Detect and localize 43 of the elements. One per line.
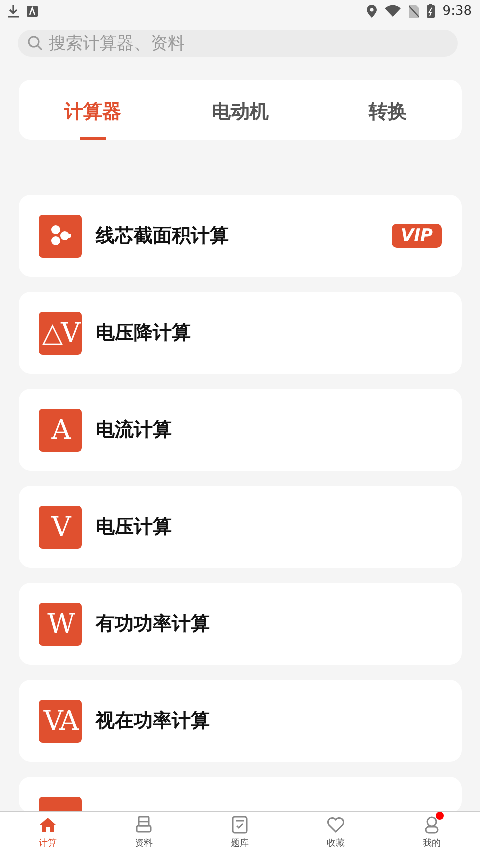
unit-symbol-icon: VA [39,700,82,742]
user-icon [423,816,441,834]
heart-icon [327,816,345,834]
battery-icon [426,4,435,18]
clock-time: 9:38 [442,4,472,18]
nav-tab[interactable]: 我的 [384,812,480,853]
tab[interactable]: 计算器 [19,80,167,140]
calculator-card[interactable]: W 有功功率计算 [19,583,462,665]
no-sim-icon [408,4,419,18]
nav-tab[interactable]: 题库 [192,812,288,853]
unit-symbol-icon: W [39,602,82,646]
location-icon [366,4,377,18]
circles-icon [39,214,82,258]
calculator-card[interactable]: V 电压计算 [19,486,462,568]
app-notification-icon [27,6,38,16]
wifi-icon [384,5,401,17]
search-icon [28,36,43,51]
calculator-card[interactable] [19,777,462,812]
unit-symbol-icon: △V [39,312,82,354]
calculator-card[interactable]: △V 电压降计算 [19,292,462,374]
book-icon [135,816,153,834]
calculator-title: 电压降计算 [96,321,192,346]
download-icon [8,4,19,18]
icon-tile [39,797,82,812]
tab[interactable]: 电动机 [166,80,314,140]
search-field[interactable]: 搜索计算器、资料 [18,30,458,57]
calculator-title: 电压计算 [96,515,173,540]
calculator-title: 电流计算 [96,418,173,443]
nav-tab[interactable]: 收藏 [288,812,384,853]
calculator-card[interactable]: 线芯截面积计算 VIP [19,195,462,277]
unit-symbol-icon: V [39,506,82,548]
calculator-card[interactable]: VA 视在功率计算 [19,680,462,762]
vip-badge: VIP [392,224,442,248]
home-icon [39,816,57,834]
clipboard-icon [231,816,249,834]
calculator-title: 线芯截面积计算 [96,224,230,249]
unit-symbol-icon: A [39,408,82,452]
nav-tab[interactable]: 计算 [0,812,96,853]
nav-tab[interactable]: 资料 [96,812,192,853]
calculator-card[interactable]: A 电流计算 [19,389,462,471]
calculator-title: 视在功率计算 [96,709,211,734]
tab[interactable]: 转换 [314,80,462,140]
calculator-title: 有功功率计算 [96,612,211,637]
